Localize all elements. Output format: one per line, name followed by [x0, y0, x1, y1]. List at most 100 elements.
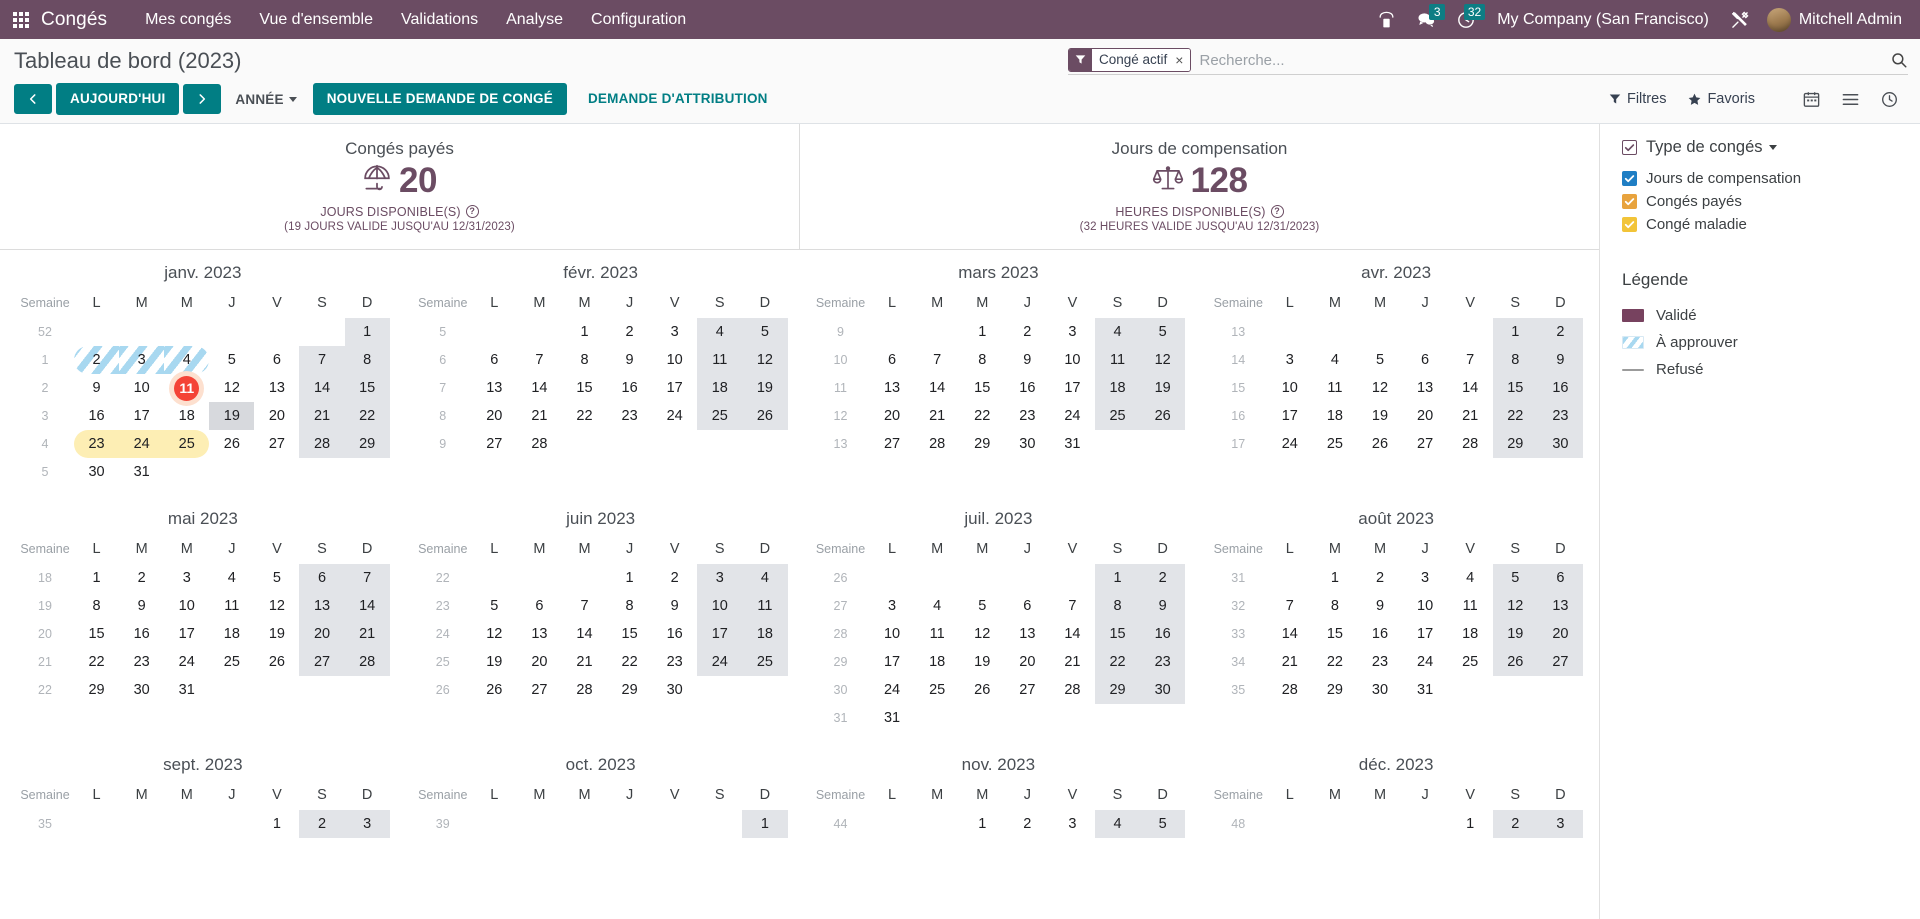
calendar-day-cell[interactable]: 26: [960, 676, 1005, 704]
calendar-day-cell[interactable]: 12: [1492, 592, 1538, 620]
calendar-day-cell[interactable]: 23: [1140, 648, 1186, 676]
calendar-day-cell[interactable]: 13: [1537, 592, 1583, 620]
calendar-day-cell[interactable]: 30: [1005, 430, 1050, 458]
calendar-day-cell[interactable]: 26: [254, 648, 299, 676]
calendar-day-cell[interactable]: 5: [1357, 346, 1402, 374]
kpi-card-conges-payes[interactable]: Congés payés 20 JOURS DISPONIBLE(S) ? (1…: [0, 124, 799, 249]
calendar-day-cell[interactable]: 10: [1050, 346, 1095, 374]
calendar-day-cell[interactable]: 29: [1312, 676, 1357, 704]
calendar-day-cell[interactable]: 12: [1140, 346, 1186, 374]
calendar-day-cell[interactable]: 9: [119, 592, 164, 620]
phone-icon[interactable]: [1368, 0, 1405, 39]
wrench-screwdriver-icon[interactable]: [1721, 0, 1759, 39]
calendar-day-cell[interactable]: 28: [1448, 430, 1493, 458]
calendar-day-cell[interactable]: 5: [1140, 318, 1186, 346]
calendar-day-cell[interactable]: 13: [254, 374, 299, 402]
calendar-day-cell[interactable]: 20: [517, 648, 562, 676]
calendar-day-cell[interactable]: 8: [74, 592, 119, 620]
calendar-day-cell[interactable]: 21: [915, 402, 960, 430]
menu-item-mes-conges[interactable]: Mes congés: [131, 0, 245, 39]
kpi-card-jours-de-compensation[interactable]: Jours de compensation 128 HEURES DISPONI…: [799, 124, 1599, 249]
question-mark-icon[interactable]: ?: [465, 205, 479, 218]
calendar-day-cell[interactable]: 18: [915, 648, 960, 676]
calendar-day-cell[interactable]: 25: [209, 648, 254, 676]
calendar-day-cell[interactable]: 13: [517, 620, 562, 648]
calendar-day-cell[interactable]: 18: [209, 620, 254, 648]
calendar-day-cell[interactable]: 20: [1005, 648, 1050, 676]
calendar-day-cell[interactable]: 13: [1403, 374, 1448, 402]
menu-item-analyse[interactable]: Analyse: [492, 0, 577, 39]
calendar-day-cell[interactable]: 23: [1537, 402, 1583, 430]
calendar-day-cell[interactable]: 24: [1050, 402, 1095, 430]
calendar-day-cell[interactable]: 7: [344, 564, 390, 592]
calendar-day-cell[interactable]: 31: [164, 676, 209, 704]
menu-item-validations[interactable]: Validations: [387, 0, 492, 39]
calendar-day-cell[interactable]: 16: [652, 620, 697, 648]
user-menu[interactable]: Mitchell Admin: [1759, 0, 1912, 39]
calendar-day-cell[interactable]: 27: [1005, 676, 1050, 704]
calendar-day-cell[interactable]: 27: [254, 430, 299, 458]
calendar-day-cell[interactable]: 9: [1537, 346, 1583, 374]
calendar-day-cell[interactable]: 4: [164, 346, 210, 374]
calendar-day-cell[interactable]: 15: [562, 374, 607, 402]
calendar-day-cell[interactable]: 2: [1357, 564, 1402, 592]
calendar-day-cell[interactable]: 3: [1403, 564, 1448, 592]
calendar-day-cell[interactable]: 25: [1312, 430, 1357, 458]
calendar-day-cell[interactable]: 18: [1094, 374, 1141, 402]
calendar-day-cell[interactable]: 31: [119, 458, 164, 486]
calendar-day-cell[interactable]: 13: [299, 592, 345, 620]
calendar-day-cell[interactable]: 22: [607, 648, 652, 676]
calendar-day-cell[interactable]: 16: [607, 374, 652, 402]
leave-type-item-conge-maladie[interactable]: Congé maladie: [1622, 213, 1902, 236]
messages-icon[interactable]: 3: [1407, 0, 1446, 39]
calendar-day-cell[interactable]: 30: [1357, 676, 1402, 704]
calendar-day-cell[interactable]: 19: [1492, 620, 1538, 648]
calendar-day-cell[interactable]: 2: [74, 346, 120, 374]
calendar-day-cell[interactable]: 1: [607, 564, 652, 592]
calendar-day-cell[interactable]: 6: [1403, 346, 1448, 374]
calendar-day-cell[interactable]: 16: [1357, 620, 1402, 648]
calendar-day-cell[interactable]: 7: [562, 592, 607, 620]
select-all-checkbox[interactable]: [1622, 140, 1637, 155]
calendar-day-cell[interactable]: 9: [1140, 592, 1186, 620]
calendar-day-cell[interactable]: 17: [697, 620, 743, 648]
calendar-day-cell[interactable]: 6: [1005, 592, 1050, 620]
calendar-day-cell[interactable]: 4: [697, 318, 743, 346]
calendar-day-cell[interactable]: 16: [119, 620, 164, 648]
calendar-day-cell[interactable]: 12: [742, 346, 788, 374]
leave-type-section-header[interactable]: Type de congés: [1622, 138, 1902, 157]
calendar-day-cell[interactable]: 11: [1312, 374, 1357, 402]
calendar-day-cell[interactable]: 7: [1050, 592, 1095, 620]
calendar-day-cell[interactable]: 3: [870, 592, 915, 620]
calendar-day-cell[interactable]: 21: [299, 402, 345, 430]
calendar-day-cell[interactable]: 20: [870, 402, 915, 430]
calendar-day-cell[interactable]: 4: [1094, 810, 1141, 838]
calendar-day-cell[interactable]: 24: [652, 402, 697, 430]
calendar-day-cell[interactable]: 28: [1050, 676, 1095, 704]
calendar-day-cell[interactable]: 9: [74, 374, 119, 402]
calendar-day-cell[interactable]: 5: [742, 318, 788, 346]
calendar-day-cell[interactable]: 19: [254, 620, 299, 648]
leave-type-checkbox[interactable]: [1622, 194, 1637, 209]
calendar-day-cell[interactable]: 3: [119, 346, 165, 374]
calendar-day-cell[interactable]: 24: [1267, 430, 1312, 458]
activity-view-icon[interactable]: [1871, 85, 1908, 114]
calendar-day-cell[interactable]: 3: [652, 318, 697, 346]
calendar-day-cell[interactable]: 5: [209, 346, 254, 374]
calendar-day-cell[interactable]: 19: [1357, 402, 1402, 430]
calendar-day-cell[interactable]: 4: [209, 564, 254, 592]
calendar-day-cell[interactable]: 10: [870, 620, 915, 648]
calendar-day-cell[interactable]: 17: [119, 402, 164, 430]
calendar-day-cell[interactable]: 10: [1267, 374, 1312, 402]
calendar-day-cell[interactable]: 3: [344, 810, 390, 838]
menu-item-vue-densemble[interactable]: Vue d'ensemble: [245, 0, 387, 39]
calendar-day-cell[interactable]: 3: [1267, 346, 1312, 374]
chevron-down-icon[interactable]: [1768, 145, 1777, 150]
leave-type-checkbox[interactable]: [1622, 217, 1637, 232]
calendar-day-cell[interactable]: 2: [119, 564, 164, 592]
calendar-day-cell[interactable]: 3: [697, 564, 743, 592]
calendar-day-cell[interactable]: 25: [915, 676, 960, 704]
calendar-day-cell[interactable]: 21: [1267, 648, 1312, 676]
calendar-day-cell[interactable]: 22: [1492, 402, 1538, 430]
calendar-day-cell[interactable]: 6: [517, 592, 562, 620]
